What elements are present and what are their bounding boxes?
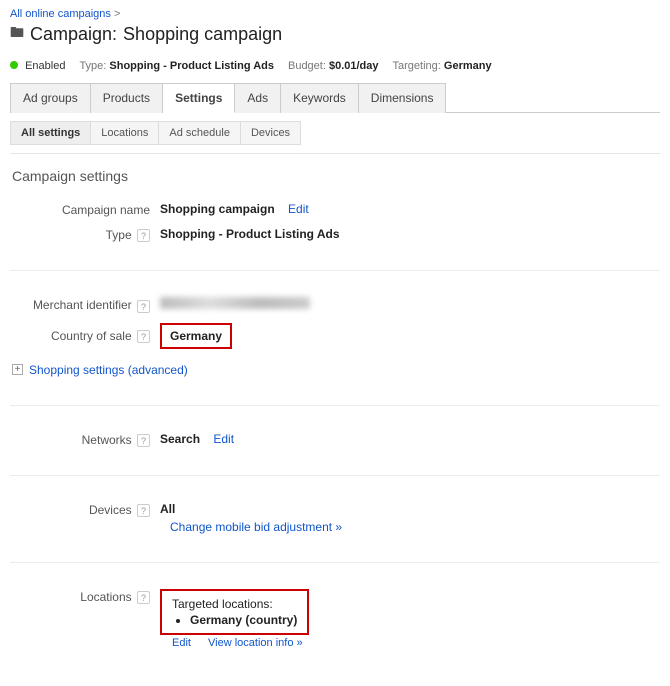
tab-dimensions[interactable]: Dimensions (359, 83, 447, 113)
shopping-advanced-link[interactable]: Shopping settings (advanced) (29, 363, 188, 377)
status-targeting: Targeting: Germany (393, 60, 492, 72)
divider (10, 270, 660, 271)
edit-campaign-name[interactable]: Edit (288, 202, 309, 216)
label-locations: Locations ? (10, 589, 160, 604)
change-mobile-bid-link[interactable]: Change mobile bid adjustment » (170, 520, 342, 534)
status-text: Enabled (25, 60, 65, 72)
value-campaign-name: Shopping campaign Edit (160, 202, 309, 216)
row-type: Type ? Shopping - Product Listing Ads (10, 227, 660, 242)
status-row: Enabled Type: Shopping - Product Listing… (10, 60, 660, 72)
chevron-right-icon: > (114, 8, 120, 20)
row-locations: Locations ? Targeted locations: Germany … (10, 589, 660, 649)
edit-networks[interactable]: Edit (213, 432, 234, 446)
divider (10, 562, 660, 563)
tab-settings[interactable]: Settings (163, 83, 235, 113)
status-type: Type: Shopping - Product Listing Ads (79, 60, 274, 72)
help-icon[interactable]: ? (137, 434, 150, 447)
row-merchant: Merchant identifier ? (10, 297, 660, 312)
label-merchant: Merchant identifier ? (10, 297, 160, 312)
subtab-devices[interactable]: Devices (241, 121, 301, 145)
value-networks: Search Edit (160, 432, 234, 446)
help-icon[interactable]: ? (137, 504, 150, 517)
tab-ad-groups[interactable]: Ad groups (10, 83, 91, 113)
breadcrumb: All online campaigns > (10, 8, 660, 20)
plus-icon: + (12, 364, 23, 375)
subtab-ad-schedule[interactable]: Ad schedule (159, 121, 241, 145)
help-icon[interactable]: ? (137, 300, 150, 313)
subtab-locations[interactable]: Locations (91, 121, 159, 145)
breadcrumb-parent[interactable]: All online campaigns (10, 8, 111, 20)
targeted-location-item: Germany (country) (190, 613, 297, 627)
value-locations: Targeted locations: Germany (country) Ed… (160, 589, 309, 649)
row-networks: Networks ? Search Edit (10, 432, 660, 447)
sub-tabs: All settings Locations Ad schedule Devic… (10, 121, 660, 145)
value-merchant (160, 297, 310, 312)
row-shopping-advanced[interactable]: + Shopping settings (advanced) (12, 363, 660, 377)
blurred-merchant-id (160, 297, 310, 309)
help-icon[interactable]: ? (137, 591, 150, 604)
row-devices: Devices ? All Change mobile bid adjustme… (10, 502, 660, 534)
divider (10, 153, 660, 154)
help-icon[interactable]: ? (137, 229, 150, 242)
divider (10, 475, 660, 476)
tab-ads[interactable]: Ads (235, 83, 281, 113)
tab-keywords[interactable]: Keywords (281, 83, 359, 113)
view-location-info[interactable]: View location info » (208, 637, 303, 649)
status-budget: Budget: $0.01/day (288, 60, 379, 72)
row-country-of-sale: Country of sale ? Germany (10, 323, 660, 349)
highlight-box: Germany (160, 323, 232, 349)
page-title-name: Shopping campaign (123, 24, 282, 45)
main-tabs: Ad groups Products Settings Ads Keywords… (10, 82, 660, 113)
targeted-locations-heading: Targeted locations: (172, 597, 297, 611)
value-country-of-sale: Germany (160, 323, 232, 349)
label-campaign-name: Campaign name (10, 202, 160, 217)
edit-locations[interactable]: Edit (172, 637, 191, 649)
page-title-prefix: Campaign: (30, 24, 117, 45)
highlight-box: Targeted locations: Germany (country) (160, 589, 309, 635)
location-links: Edit View location info » (160, 637, 309, 649)
value-type: Shopping - Product Listing Ads (160, 227, 340, 241)
folder-icon: 🖿 (10, 22, 24, 46)
label-country-of-sale: Country of sale ? (10, 328, 160, 343)
help-icon[interactable]: ? (137, 330, 150, 343)
row-campaign-name: Campaign name Shopping campaign Edit (10, 202, 660, 217)
label-devices: Devices ? (10, 502, 160, 517)
label-networks: Networks ? (10, 432, 160, 447)
value-devices: All Change mobile bid adjustment » (160, 502, 342, 534)
label-type: Type ? (10, 227, 160, 242)
section-title: Campaign settings (12, 168, 660, 184)
tab-products[interactable]: Products (91, 83, 163, 113)
page-title-row: 🖿 Campaign: Shopping campaign (10, 22, 660, 46)
status-enabled: Enabled (10, 60, 65, 72)
divider (10, 405, 660, 406)
subtab-all-settings[interactable]: All settings (10, 121, 91, 145)
status-dot-icon (10, 61, 18, 69)
